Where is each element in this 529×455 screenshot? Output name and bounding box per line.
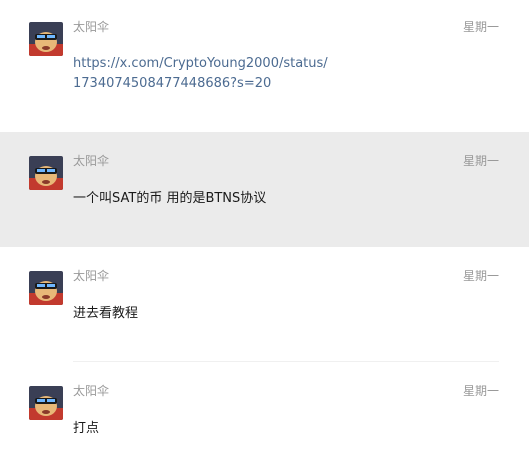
sender-name: 太阳伞 xyxy=(73,384,110,398)
message-time: 星期一 xyxy=(462,269,499,283)
sender-name: 太阳伞 xyxy=(73,154,110,168)
message-text: 打点 xyxy=(73,421,100,436)
avatar-icon[interactable] xyxy=(29,386,63,420)
message-time: 星期一 xyxy=(462,20,499,34)
message-text: 进去看教程 xyxy=(73,306,139,321)
message-list: 太阳伞 星期一 https://x.com/CryptoYoung2000/st… xyxy=(0,0,529,455)
message-item[interactable]: 太阳伞 星期一 打点 xyxy=(0,362,529,455)
link-line-2[interactable]: 1734074508477448686?s=20 xyxy=(73,74,493,94)
link-line-1[interactable]: https://x.com/CryptoYoung2000/status/ xyxy=(73,54,493,74)
message-time: 星期一 xyxy=(462,154,499,168)
avatar-icon[interactable] xyxy=(29,22,63,56)
avatar-icon[interactable] xyxy=(29,156,63,190)
message-item[interactable]: 太阳伞 星期一 进去看教程 xyxy=(0,247,529,362)
message-item-selected[interactable]: 太阳伞 星期一 一个叫SAT的币 用的是BTNS协议 xyxy=(0,132,529,247)
message-item[interactable]: 太阳伞 星期一 https://x.com/CryptoYoung2000/st… xyxy=(0,0,529,132)
message-time: 星期一 xyxy=(462,384,499,398)
sender-name: 太阳伞 xyxy=(73,20,110,34)
avatar-icon[interactable] xyxy=(29,271,63,305)
message-link[interactable]: https://x.com/CryptoYoung2000/status/ 17… xyxy=(73,54,493,94)
sender-name: 太阳伞 xyxy=(73,269,110,283)
message-text: 一个叫SAT的币 用的是BTNS协议 xyxy=(73,191,267,206)
